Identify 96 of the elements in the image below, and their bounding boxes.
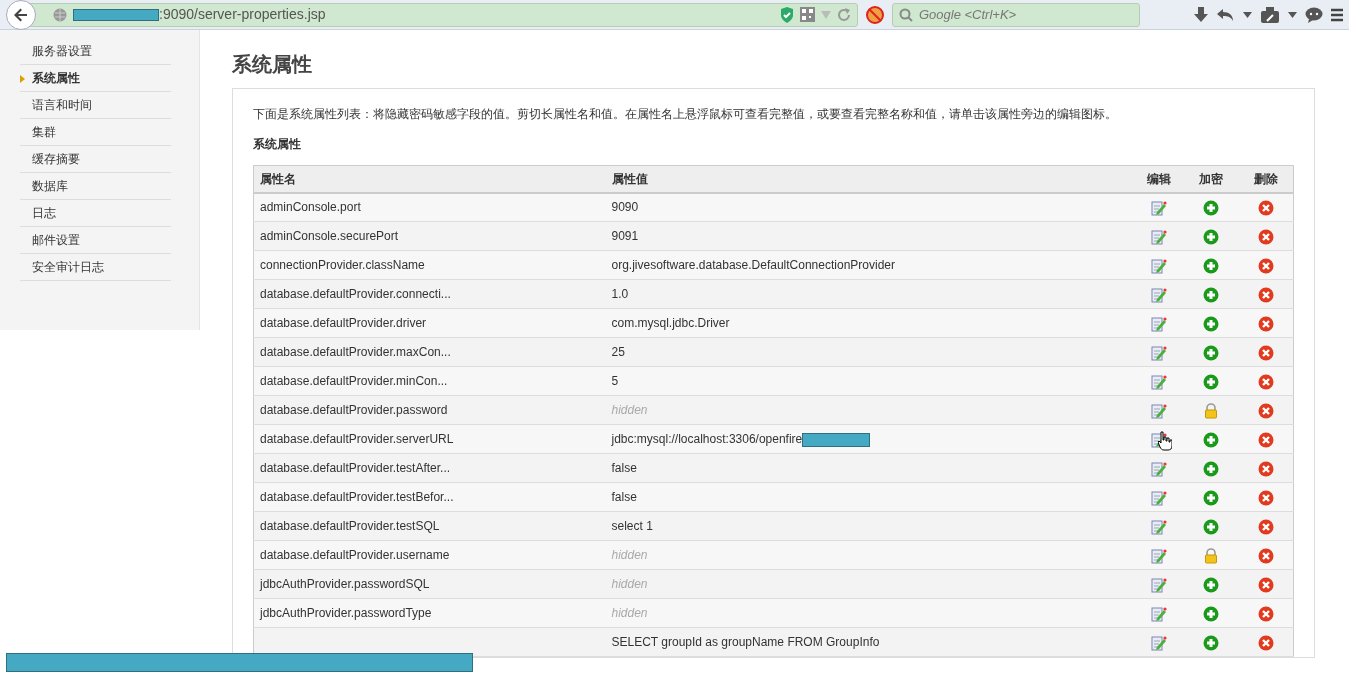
property-value: 9091 [611, 229, 639, 243]
undo-icon[interactable] [1217, 6, 1235, 23]
delete-icon[interactable] [1257, 315, 1274, 332]
add-icon[interactable] [1203, 489, 1219, 506]
property-name: database.defaultProvider.testAfter... [253, 453, 606, 483]
property-value: 1.0 [611, 287, 629, 301]
delete-icon[interactable] [1257, 200, 1274, 217]
delete-icon[interactable] [1257, 460, 1274, 477]
property-name: database.defaultProvider.testBefor... [253, 482, 606, 512]
reload-icon[interactable] [837, 7, 851, 22]
blocked-icon[interactable] [866, 5, 884, 24]
delete-icon[interactable] [1257, 286, 1274, 303]
delete-icon[interactable] [1257, 547, 1274, 564]
delete-icon[interactable] [1257, 518, 1274, 535]
add-icon[interactable] [1203, 257, 1219, 274]
add-icon[interactable] [1203, 200, 1219, 217]
property-value: org.jivesoftware.database.DefaultConnectionProvider [611, 258, 895, 272]
back-button[interactable] [6, 0, 36, 30]
delete-icon[interactable] [1257, 257, 1274, 274]
add-icon[interactable] [1203, 518, 1219, 535]
add-icon[interactable] [1203, 634, 1219, 651]
globe-icon [53, 7, 67, 22]
property-name: database.defaultProvider.driver [253, 308, 606, 338]
property-value: 9090 [611, 200, 639, 215]
sidebar-item[interactable]: 集群 [20, 119, 171, 146]
property-value: select 1 [611, 519, 653, 533]
property-name: database.defaultProvider.connecti... [253, 279, 606, 309]
property-name: database.defaultProvider.username [253, 540, 606, 570]
add-icon[interactable] [1203, 373, 1219, 390]
add-icon[interactable] [1203, 286, 1219, 303]
shield-icon [780, 6, 794, 23]
hand-cursor-icon [1157, 431, 1172, 451]
caret-icon[interactable] [1288, 11, 1297, 18]
property-name: adminConsole.securePort [253, 221, 606, 251]
page-title: 系统属性 [232, 52, 313, 76]
property-name: jdbcAuthProvider.passwordSQL [253, 569, 606, 599]
property-value: com.mysql.jdbc.Driver [611, 316, 730, 330]
delete-icon[interactable] [1257, 605, 1274, 622]
back-arrow-icon [13, 6, 29, 23]
sidebar-item[interactable]: 系统属性 [20, 65, 171, 92]
property-name: database.defaultProvider.maxCon... [253, 337, 606, 367]
column-header: 编辑 [1133, 165, 1184, 193]
property-name: connectionProvider.className [253, 250, 606, 280]
delete-icon[interactable] [1257, 489, 1274, 506]
delete-icon[interactable] [1257, 576, 1274, 593]
menu-icon[interactable] [1331, 7, 1343, 22]
delete-icon[interactable] [1257, 431, 1274, 448]
caret-icon[interactable] [1243, 11, 1252, 18]
property-name: database.defaultProvider.minCon... [253, 366, 606, 396]
column-header: 删除 [1238, 165, 1294, 193]
property-value: jdbc:mysql://localhost:3306/openfire [611, 432, 803, 446]
qr-code-icon[interactable] [800, 7, 815, 22]
property-value: 5 [611, 374, 619, 388]
property-value: 25 [611, 345, 625, 359]
delete-icon[interactable] [1257, 373, 1274, 390]
add-icon[interactable] [1203, 605, 1219, 622]
search-field[interactable]: Google <Ctrl+K> [892, 2, 1140, 27]
add-icon[interactable] [1203, 315, 1219, 332]
description-text: 下面是系统属性列表：将隐藏密码敏感字段的值。剪切长属性名和值。在属性名上悬浮鼠标可查看完整值，或要查看完整名称和值，请单击该属性旁边的编辑图标。 [253, 106, 1118, 123]
property-value: hidden [611, 606, 648, 620]
property-value: false [611, 490, 637, 504]
property-name: jdbcAuthProvider.passwordType [253, 598, 606, 628]
property-value: SELECT groupId as groupName FROM GroupInfo [611, 635, 880, 649]
add-icon[interactable] [1203, 344, 1219, 361]
column-header: 加密 [1183, 165, 1239, 193]
box-icon[interactable] [1260, 6, 1280, 23]
property-value: hidden [611, 548, 648, 562]
delete-icon[interactable] [1257, 634, 1274, 651]
delete-icon[interactable] [1257, 228, 1274, 245]
property-value: false [611, 461, 637, 475]
url-text: :9090/server-properties.jsp [159, 5, 326, 24]
section-title: 系统属性 [253, 136, 302, 153]
delete-icon[interactable] [1257, 402, 1274, 419]
sidebar-item[interactable]: 服务器设置 [20, 38, 171, 65]
column-header: 属性值 [605, 165, 1134, 193]
property-name: database.defaultProvider.testSQL [253, 511, 606, 541]
add-icon[interactable] [1203, 431, 1219, 448]
add-icon[interactable] [1203, 576, 1219, 593]
sidebar-item[interactable]: 数据库 [20, 173, 171, 200]
property-value: hidden [611, 403, 648, 417]
sidebar-item[interactable]: 缓存摘要 [20, 146, 171, 173]
sidebar-item[interactable]: 语言和时间 [20, 92, 171, 119]
property-value: hidden [611, 577, 648, 591]
chat-icon[interactable] [1305, 6, 1323, 23]
property-name: adminConsole.port [253, 192, 606, 222]
add-icon[interactable] [1203, 228, 1219, 245]
sidebar-item[interactable]: 安全审计日志 [20, 254, 171, 281]
add-icon[interactable] [1203, 460, 1219, 477]
column-header: 属性名 [253, 165, 606, 193]
search-icon [899, 7, 913, 22]
sidebar-item[interactable]: 日志 [20, 200, 171, 227]
sidebar-item[interactable]: 邮件设置 [20, 227, 171, 254]
property-name: database.defaultProvider.password [253, 395, 606, 425]
download-icon[interactable] [1193, 6, 1209, 23]
property-name: database.defaultProvider.serverURL [253, 424, 606, 454]
delete-icon[interactable] [1257, 344, 1274, 361]
